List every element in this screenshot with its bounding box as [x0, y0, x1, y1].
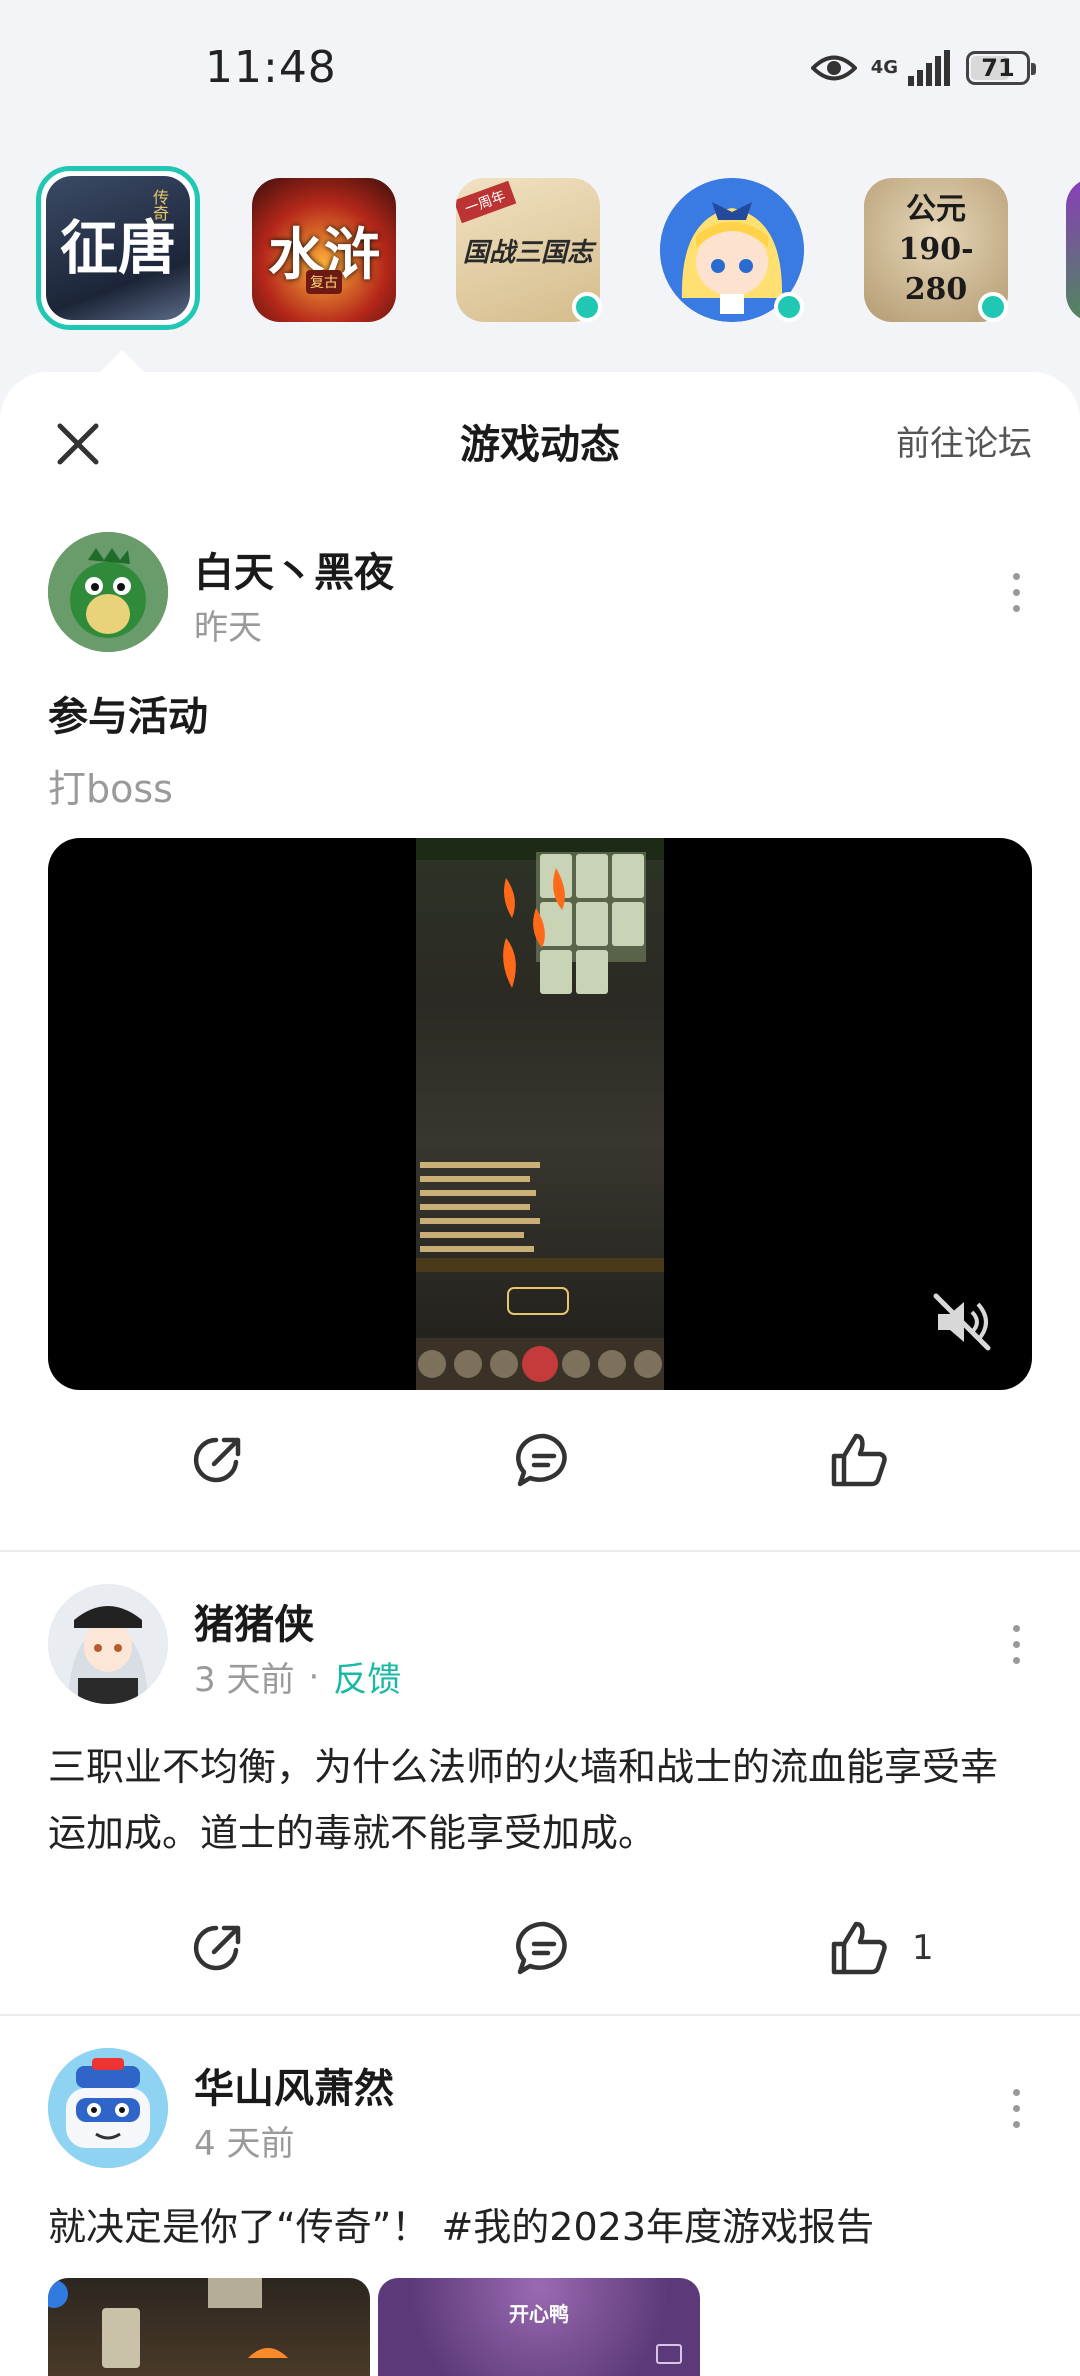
- game-icon-shuihu[interactable]: 水浒 复古: [252, 178, 396, 322]
- comment-button[interactable]: [514, 1908, 574, 1988]
- mute-icon: [933, 1293, 991, 1351]
- game-name: 征唐: [59, 214, 176, 282]
- battery-icon: 71: [966, 51, 1036, 85]
- share-icon: [193, 1925, 241, 1971]
- post-title: 参与活动: [48, 694, 208, 740]
- post-meta: 4 天前: [194, 2116, 294, 2165]
- video-thumbnail-game-scene: [416, 838, 664, 1390]
- share-button[interactable]: [190, 1420, 246, 1500]
- status-icons: 4G 71: [810, 46, 1036, 90]
- post-time: 昨天: [194, 608, 262, 648]
- more-icon: [1012, 572, 1020, 580]
- meta-separator: ·: [308, 1656, 320, 1697]
- comment-icon: [516, 1921, 567, 1975]
- online-dot: [774, 292, 804, 322]
- share-icon: [193, 1437, 241, 1483]
- comment-icon: [516, 1433, 567, 1487]
- robot-car-avatar-icon: [48, 2048, 168, 2168]
- more-options-button[interactable]: [994, 562, 1038, 622]
- game-screenshot-thumbnail: [48, 2278, 288, 2368]
- game-badge: 传奇: [150, 189, 169, 221]
- avatar[interactable]: [48, 1584, 168, 1704]
- avatar[interactable]: [48, 2048, 168, 2168]
- avatar[interactable]: [48, 532, 168, 652]
- more-icon: [1012, 2088, 1020, 2096]
- post-subtitle: 打boss: [48, 767, 173, 811]
- more-options-button[interactable]: [994, 1614, 1038, 1674]
- like-button[interactable]: 1: [830, 1908, 934, 1988]
- game-icon-zhengtang[interactable]: 征唐 传奇: [36, 166, 200, 330]
- post-time: 4 天前: [194, 2124, 295, 2164]
- divider: [0, 2014, 1080, 2016]
- go-to-forum-link[interactable]: 前往论坛: [896, 416, 1032, 465]
- more-icon-dot: [1012, 604, 1020, 612]
- post-meta: 3 天前 · 反馈: [194, 1652, 401, 1701]
- post-body: 就决定是你了“传奇”！ #我的2023年度游戏报告: [48, 2205, 875, 2249]
- post-image-thumbnail[interactable]: 开心鸭: [378, 2278, 700, 2376]
- more-icon-dot: [1012, 1640, 1020, 1648]
- thumbnail-caption: 开心鸭: [509, 2302, 569, 2326]
- more-icon-dot: [1012, 2104, 1020, 2112]
- more-options-button[interactable]: [994, 2078, 1038, 2138]
- like-count: 1: [912, 1928, 934, 1968]
- thumbs-up-icon: [831, 1921, 887, 1975]
- mute-button[interactable]: [930, 1290, 994, 1354]
- status-time: 11:48: [205, 42, 337, 93]
- signal-icon: [908, 50, 950, 86]
- game-badge: 复古: [306, 270, 342, 294]
- game-icon-partial[interactable]: [1066, 178, 1080, 322]
- post-body: 三职业不均衡，为什么法师的火墙和战士的流血能享受幸运加成。道士的毒就不能享受加成…: [48, 1745, 999, 1855]
- author-name[interactable]: 猪猪侠: [194, 1592, 314, 1650]
- post-card[interactable]: 华山风萧然 4 天前 就决定是你了“传奇”！ #我的2023年度游戏报告 开心鸭: [0, 2048, 1080, 2376]
- game-feed-sheet: 游戏动态 前往论坛 白天丶黑夜 昨天 参与活动 打boss 猪猪侠 3 天前 ·…: [0, 372, 1080, 2376]
- battery-percent: 71: [981, 54, 1015, 82]
- post-actions: 1: [0, 1908, 1080, 1988]
- like-button[interactable]: [830, 1420, 912, 1500]
- post-meta: 昨天: [194, 600, 262, 649]
- anime-character-avatar-icon: [48, 1584, 168, 1704]
- sheet-pointer: [100, 350, 144, 372]
- keyboard-icon: [656, 2344, 682, 2364]
- post-card[interactable]: 猪猪侠 3 天前 · 反馈 三职业不均衡，为什么法师的火墙和战士的流血能享受幸运…: [0, 1584, 1080, 2014]
- status-bar: 11:48 4G 71: [0, 0, 1080, 140]
- online-dot: [978, 292, 1008, 322]
- network-label: 4G: [870, 57, 898, 78]
- video-frame: [416, 838, 664, 1390]
- sheet-header: 游戏动态 前往论坛: [0, 372, 1080, 512]
- comment-button[interactable]: [514, 1420, 574, 1500]
- thumbs-up-icon: [831, 1433, 887, 1487]
- game-art-zhengtang: 征唐 传奇: [46, 176, 190, 320]
- more-icon: [1012, 1624, 1020, 1632]
- game-strip[interactable]: 征唐 传奇 水浒 复古 一周年 国战三国志 公元 190-280: [0, 160, 1080, 340]
- author-name[interactable]: 白天丶黑夜: [194, 540, 394, 598]
- more-icon-dot: [1012, 2120, 1020, 2128]
- more-icon-dot: [1012, 1656, 1020, 1664]
- share-button[interactable]: [190, 1908, 246, 1988]
- video-player[interactable]: [48, 838, 1032, 1390]
- eye-icon: [810, 55, 857, 81]
- divider: [0, 1550, 1080, 1552]
- post-time: 3 天前: [194, 1660, 295, 1700]
- dinosaur-avatar-icon: [48, 532, 168, 652]
- post-category-tag[interactable]: 反馈: [333, 1652, 401, 1701]
- post-card[interactable]: 白天丶黑夜 昨天 参与活动 打boss: [0, 532, 1080, 1552]
- author-name[interactable]: 华山风萧然: [194, 2056, 394, 2114]
- game-name: 国战三国志: [462, 237, 593, 268]
- more-icon-dot: [1012, 588, 1020, 596]
- post-image-thumbnail[interactable]: [48, 2278, 370, 2376]
- game-name: 公元 190-280: [898, 192, 974, 307]
- online-dot: [572, 292, 602, 322]
- post-actions: [0, 1420, 1080, 1500]
- game-badge: 一周年: [456, 180, 517, 224]
